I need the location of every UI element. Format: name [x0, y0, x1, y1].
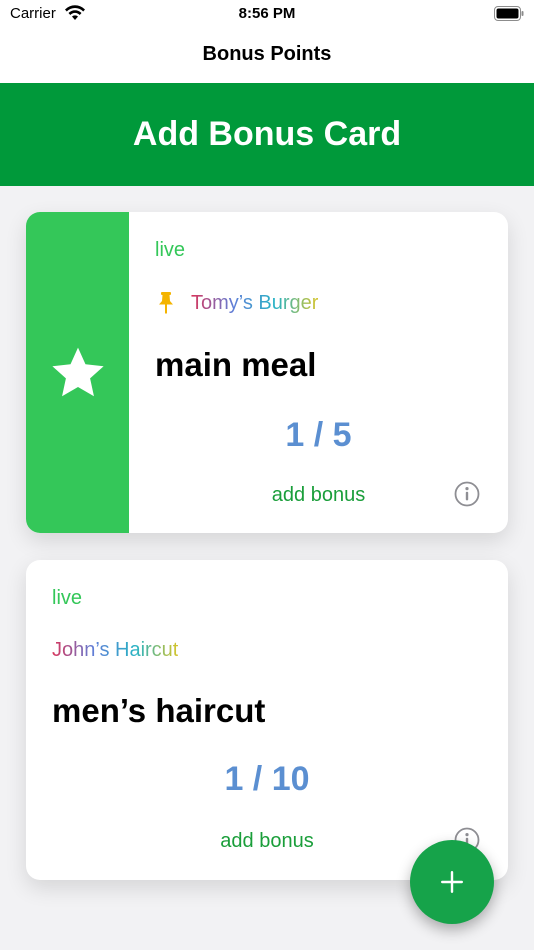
- offer-title: main meal: [155, 346, 317, 383]
- merchant-row: John’s Haircut: [52, 639, 178, 662]
- add-fab-button[interactable]: [410, 840, 494, 924]
- bonus-card[interactable]: live John’s Haircut men’s haircut 1 / 10…: [26, 560, 508, 880]
- merchant-name: Tomy’s Burger: [191, 291, 319, 314]
- nav-bar: Bonus Points: [0, 30, 534, 83]
- add-bonus-button[interactable]: add bonus: [272, 484, 365, 506]
- add-bonus-button[interactable]: add bonus: [220, 830, 313, 852]
- pin-icon: [159, 292, 173, 314]
- favorite-stripe[interactable]: [26, 212, 129, 533]
- card-body: live Tomy’s Burger main meal 1 / 5 add b…: [129, 212, 508, 533]
- offer-title: men’s haircut: [52, 692, 266, 729]
- bonus-card[interactable]: live Tomy’s Burger main meal 1 / 5 add b…: [26, 212, 508, 533]
- battery-icon: [494, 6, 524, 21]
- clock: 8:56 PM: [238, 5, 296, 22]
- plus-icon: [441, 871, 463, 893]
- star-icon: [52, 347, 104, 397]
- status-bar: Carrier 8:56 PM: [0, 0, 534, 30]
- progress-count: 1 / 5: [285, 416, 352, 454]
- status-label: live: [52, 587, 83, 609]
- add-bonus-card-label: Add Bonus Card: [132, 115, 402, 153]
- add-bonus-card-button[interactable]: Add Bonus Card: [0, 83, 534, 186]
- status-label: live: [155, 239, 186, 261]
- info-icon[interactable]: [454, 481, 480, 507]
- add-bonus-row: add bonus: [129, 484, 508, 507]
- merchant-row: Tomy’s Burger: [157, 291, 318, 315]
- card-body: live John’s Haircut men’s haircut 1 / 10…: [26, 560, 508, 880]
- merchant-name: John’s Haircut: [52, 639, 179, 661]
- page-title: Bonus Points: [202, 43, 332, 65]
- progress-count: 1 / 10: [224, 760, 310, 798]
